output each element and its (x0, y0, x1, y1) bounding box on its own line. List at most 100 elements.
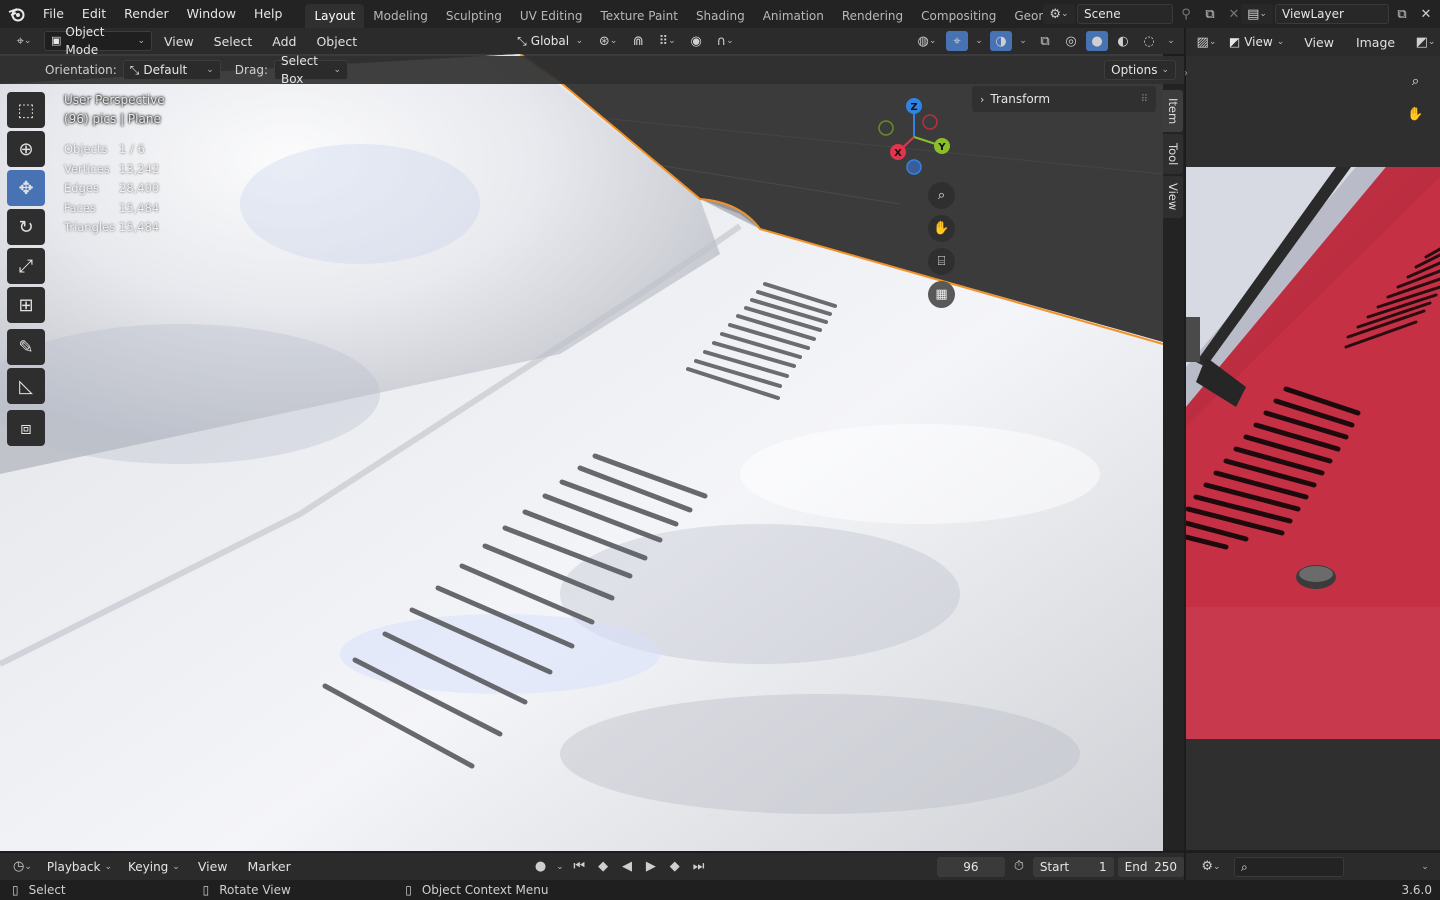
tab-layout[interactable]: Layout (305, 4, 365, 28)
blender-logo-icon[interactable] (0, 0, 34, 28)
measure-tool-icon[interactable]: ◺ (7, 368, 45, 404)
viewlayer-browse-icon[interactable]: ▤ ⌄ (1241, 4, 1273, 24)
image-browse-icon[interactable]: ◩ ⌄ (1415, 32, 1436, 52)
tab-tool[interactable]: Tool (1163, 134, 1183, 174)
add-cube-tool-icon[interactable]: ⧈ (7, 410, 45, 446)
transform-panel-header[interactable]: › Transform ⠿ (972, 86, 1156, 112)
editor-type-icon[interactable]: ⚙ ⌄ (1196, 857, 1226, 877)
editor-type-icon[interactable]: ⌖ ⌄ (8, 31, 40, 51)
transform-orientation-dropdown[interactable]: ⤡ Global ⌄ (511, 31, 590, 51)
pivot-point-icon[interactable]: ⊛ ⌄ (593, 31, 623, 51)
tab-rendering[interactable]: Rendering (833, 4, 912, 28)
cursor-tool-icon[interactable]: ⊕ (7, 131, 45, 167)
orientation-dropdown[interactable]: ⤡ Default ⌄ (122, 60, 221, 80)
viewport-nav-buttons: ⌕ ✋ ⌸ ▦ (928, 182, 955, 308)
editor-type-icon[interactable]: ▨ ⌄ (1196, 32, 1217, 52)
rendered-shading-icon[interactable]: ◌ (1138, 31, 1160, 51)
play-reverse-icon[interactable]: ◀ (617, 857, 637, 877)
gizmo-toggle-icon[interactable]: ⌖ (946, 31, 968, 51)
jump-end-icon[interactable]: ⏭ (689, 857, 709, 877)
camera-view-icon[interactable]: ⌸ (928, 248, 955, 275)
material-shading-icon[interactable]: ◐ (1112, 31, 1134, 51)
tab-shading[interactable]: Shading (687, 4, 754, 28)
pan-hand-icon[interactable]: ✋ (1402, 101, 1429, 128)
stat-vertices: Vertices 13,242 (64, 161, 160, 176)
timeline-header: ◷ ⌄ Playback ⌄ Keying ⌄ View Marker ● ⌄ ⏮ ◆… (0, 853, 1184, 880)
chevron-down-icon[interactable]: ⌄ (1414, 857, 1436, 877)
perspective-toggle-icon[interactable]: ▦ (928, 281, 955, 308)
shading-dropdown-icon[interactable]: ⌄ (1164, 31, 1178, 51)
solid-shading-icon[interactable]: ● (1086, 31, 1108, 51)
menu-view[interactable]: View (156, 34, 202, 49)
current-frame-field[interactable]: 96 (936, 856, 1005, 877)
overlays-toggle-icon[interactable]: ◑ (990, 31, 1012, 51)
overlays-dropdown-icon[interactable]: ⌄ (1016, 31, 1030, 51)
start-frame-field[interactable]: Start 1 (1032, 856, 1114, 877)
rotate-tool-icon[interactable]: ↻ (7, 209, 45, 245)
select-box-tool-icon[interactable]: ⬚ (7, 92, 45, 128)
chevron-down-icon: ⌄ (206, 65, 214, 75)
sidebar-expand-icon[interactable]: › (1184, 68, 1188, 79)
navigation-gizmo[interactable]: Z Y X (872, 94, 962, 184)
keying-dropdown[interactable]: Keying ⌄ (121, 856, 186, 877)
prev-keyframe-icon[interactable]: ◆ (593, 857, 613, 877)
image-editor[interactable]: ⌕ ✋ › (1184, 28, 1440, 850)
scale-tool-icon[interactable]: ⤢ (7, 248, 45, 284)
menu-select[interactable]: Select (206, 34, 261, 49)
viewlayer-name-field[interactable]: ViewLayer (1275, 4, 1389, 24)
drag-dropdown[interactable]: Select Box ⌄ (273, 54, 348, 86)
transform-tool-icon[interactable]: ⊞ (7, 287, 45, 323)
tab-view[interactable]: View (1163, 176, 1183, 218)
wireframe-shading-icon[interactable]: ◎ (1060, 31, 1082, 51)
move-tool-icon[interactable]: ✥ (7, 170, 45, 206)
3d-viewport[interactable]: User Perspective (96) pics | Plane Objec… (0, 54, 1163, 851)
proportional-edit-icon[interactable]: ◉ (685, 31, 707, 51)
jump-start-icon[interactable]: ⏮ (569, 857, 589, 877)
tab-item[interactable]: Item (1163, 90, 1183, 132)
end-frame-field[interactable]: End 250 (1117, 856, 1184, 877)
snap-icon[interactable]: ⋒ (627, 31, 649, 51)
new-viewlayer-icon[interactable]: ⧉ (1391, 4, 1413, 24)
drag-handle-icon[interactable]: ⠿ (1141, 94, 1148, 105)
pin-icon[interactable]: ⚲ (1175, 4, 1197, 24)
menu-marker[interactable]: Marker (240, 859, 299, 874)
mode-dropdown[interactable]: ▣ Object Mode ⌄ (44, 25, 152, 57)
annotate-tool-icon[interactable]: ✎ (7, 329, 45, 365)
menu-object[interactable]: Object (308, 34, 365, 49)
visibility-icon[interactable]: ◍ ⌄ (912, 31, 942, 51)
play-icon[interactable]: ▶ (641, 857, 661, 877)
scene-browse-icon[interactable]: ⚙ ⌄ (1043, 4, 1075, 24)
snap-target-icon[interactable]: ⠿ ⌄ (653, 31, 681, 51)
next-keyframe-icon[interactable]: ◆ (665, 857, 685, 877)
tab-compositing[interactable]: Compositing (912, 4, 1005, 28)
falloff-icon[interactable]: ∩ ⌄ (711, 31, 739, 51)
record-dropdown-icon[interactable]: ⌄ (555, 857, 566, 877)
xray-icon[interactable]: ⧉ (1034, 31, 1056, 51)
stopwatch-icon[interactable]: ⏱ (1009, 857, 1029, 877)
editor-type-icon[interactable]: ◷ ⌄ (8, 857, 37, 877)
gizmo-y-label: Y (937, 142, 946, 153)
delete-viewlayer-icon[interactable]: ✕ (1415, 4, 1437, 24)
menu-help[interactable]: Help (245, 0, 292, 28)
playback-dropdown[interactable]: Playback ⌄ (40, 856, 118, 877)
pan-hand-icon[interactable]: ✋ (928, 215, 955, 242)
record-icon[interactable]: ● (531, 857, 551, 877)
zoom-icon[interactable]: ⌕ (1402, 68, 1429, 95)
tab-sculpting[interactable]: Sculpting (437, 4, 511, 28)
options-dropdown[interactable]: Options ⌄ (1104, 60, 1176, 80)
tab-texture-paint[interactable]: Texture Paint (592, 4, 687, 28)
menu-image[interactable]: Image (1348, 35, 1403, 50)
menu-view[interactable]: View (190, 859, 236, 874)
search-input[interactable]: ⌕ (1234, 856, 1344, 877)
menu-view[interactable]: View (1296, 35, 1342, 50)
scene-name-field[interactable]: Scene (1077, 4, 1173, 24)
tab-animation[interactable]: Animation (754, 4, 833, 28)
tab-modeling[interactable]: Modeling (364, 4, 437, 28)
gizmo-dropdown-icon[interactable]: ⌄ (972, 31, 986, 51)
tab-uv-editing[interactable]: UV Editing (511, 4, 592, 28)
image-view-mode-dropdown[interactable]: ◩ View ⌄ (1222, 32, 1291, 52)
menu-window[interactable]: Window (178, 0, 245, 28)
new-scene-icon[interactable]: ⧉ (1199, 4, 1221, 24)
zoom-icon[interactable]: ⌕ (928, 182, 955, 209)
menu-add[interactable]: Add (264, 34, 304, 49)
